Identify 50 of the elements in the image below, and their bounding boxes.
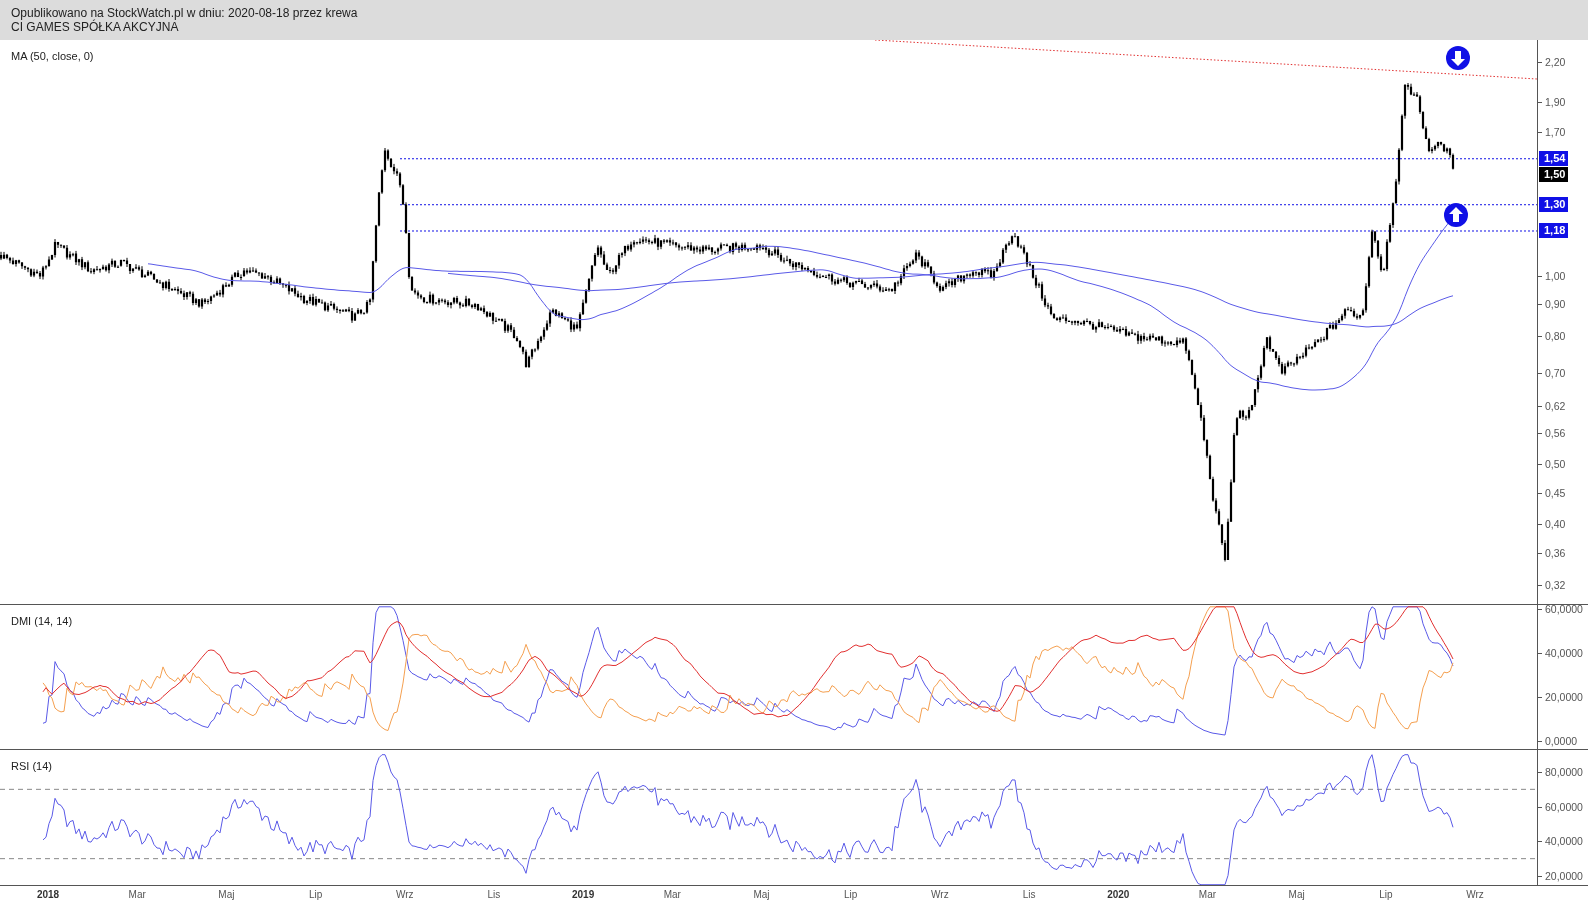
axis-label: 60,0000: [1538, 602, 1583, 616]
axis-label: 0,56: [1538, 426, 1566, 441]
date-label: Lip: [844, 889, 858, 900]
axis-label: 1,70: [1538, 124, 1566, 139]
date-label: Lis: [487, 889, 501, 900]
axis-label: 1,00: [1538, 268, 1566, 283]
instrument-name: CI GAMES SPÓŁKA AKCYJNA: [11, 20, 179, 34]
arrow-up-circle-icon: [1444, 203, 1468, 227]
indicator-title: MA (50, close, 0): [11, 50, 94, 62]
date-label: Lip: [1379, 889, 1393, 900]
price-tag: 1,50: [1539, 167, 1569, 183]
axis-label: 0,90: [1538, 297, 1566, 312]
axis-label: 40,0000: [1538, 646, 1583, 660]
price-tag: 1,18: [1539, 223, 1569, 239]
indicator-title: RSI (14): [11, 760, 52, 772]
date-label: Maj: [753, 889, 770, 900]
axis-label: 0,40: [1538, 517, 1566, 532]
axis-label: 60,0000: [1538, 799, 1583, 814]
date-label: Mar: [128, 889, 146, 900]
date-label: Maj: [1288, 889, 1305, 900]
axis-label: 80,0000: [1538, 765, 1583, 779]
axis-label: 1,90: [1538, 94, 1566, 109]
publication-info: Opublikowano na StockWatch.pl w dniu: 2020-08-18 przez krewa: [11, 6, 358, 20]
date-label: Wrz: [1466, 889, 1484, 900]
date-label: Lip: [308, 889, 323, 900]
axis-label: 20,0000: [1538, 869, 1583, 883]
date-label: Maj: [218, 889, 235, 900]
date-label: 2020: [1107, 889, 1130, 900]
date-label: 2018: [36, 889, 60, 900]
axis-label: 20,0000: [1538, 690, 1583, 704]
axis-label: 0,45: [1538, 485, 1566, 500]
axis-label: 0,0000: [1538, 734, 1578, 748]
date-label: Wrz: [395, 889, 414, 900]
axis-label: 0,50: [1538, 456, 1566, 471]
axis-label: 0,80: [1538, 329, 1566, 344]
date-label: Wrz: [931, 889, 949, 900]
date-label: Mar: [663, 889, 681, 900]
axis-label: 0,70: [1538, 365, 1566, 380]
indicator-title: DMI (14, 14): [11, 615, 73, 627]
price-tag: 1,54: [1539, 151, 1569, 167]
arrow-down-circle-icon: [1446, 46, 1470, 70]
axis-label: 0,62: [1538, 398, 1566, 413]
axis-label: 0,36: [1538, 546, 1566, 561]
date-label: Lis: [1022, 889, 1036, 900]
date-label: 2019: [572, 889, 595, 900]
axis-label: 0,32: [1538, 578, 1566, 592]
axis-label: 2,20: [1538, 55, 1566, 69]
price-tag: 1,30: [1539, 197, 1569, 213]
axis-label: 40,0000: [1538, 834, 1583, 849]
date-label: Mar: [1198, 889, 1217, 900]
